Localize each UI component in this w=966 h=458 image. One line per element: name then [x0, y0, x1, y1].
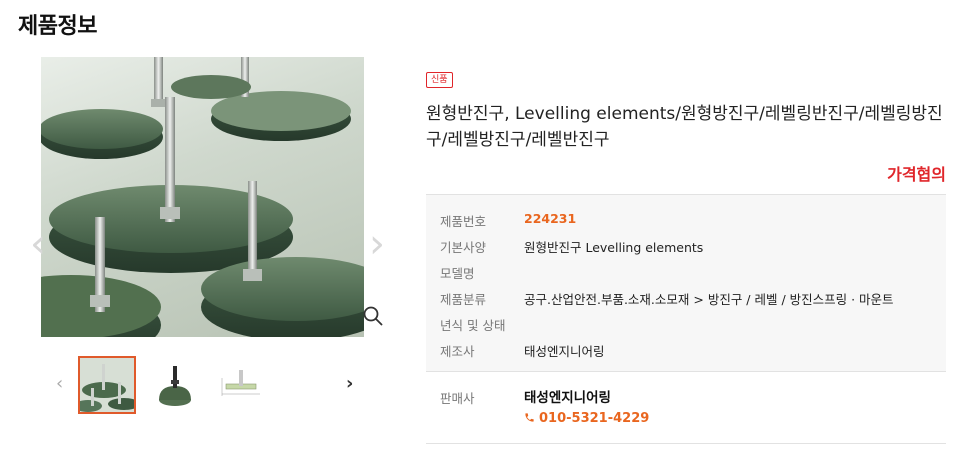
- spec-table: 제품번호 224231 기본사양 원형반진구 Levelling element…: [426, 194, 946, 372]
- product-main-image[interactable]: [41, 57, 364, 337]
- thumbnail-1[interactable]: [78, 356, 136, 414]
- magnifier-icon[interactable]: [362, 305, 384, 327]
- product-name: 원형반진구, Levelling elements/원형방진구/레벨링반진구/레…: [426, 104, 943, 150]
- condition-badge: 신품: [426, 72, 453, 88]
- thumbnail-2[interactable]: [146, 356, 204, 414]
- seller-phone-number: 010-5321-4229: [539, 411, 650, 426]
- image-prev-arrow[interactable]: ‹: [30, 222, 50, 266]
- spec-key: 년식 및 상태: [440, 318, 506, 333]
- seller-name[interactable]: 태성엔지니어링: [524, 386, 611, 406]
- spec-value-basic-spec: 원형반진구 Levelling elements: [524, 240, 704, 255]
- spec-key: 제조사: [440, 344, 475, 359]
- spec-key: 모델명: [440, 266, 475, 281]
- spec-value-product-number: 224231: [524, 211, 577, 226]
- spec-key: 기본사양: [440, 240, 487, 255]
- spec-key: 제품번호: [440, 214, 487, 229]
- spec-value-manufacturer: 태성엔지니어링: [524, 344, 605, 359]
- seller-section: 판매사 태성엔지니어링 010-5321-4229: [426, 371, 946, 444]
- phone-icon: [524, 411, 535, 426]
- thumbnail-prev-arrow[interactable]: ‹: [56, 373, 63, 394]
- page-title: 제품정보: [18, 14, 97, 39]
- price: 가격협의: [887, 165, 946, 184]
- spec-value-category[interactable]: 공구.산업안전.부품.소재.소모재 > 방진구 / 레벨 / 방진스프링 · 마…: [524, 289, 894, 308]
- seller-phone[interactable]: 010-5321-4229: [524, 411, 649, 426]
- spec-key: 제품분류: [440, 292, 487, 307]
- thumbnail-next-arrow[interactable]: ›: [346, 373, 353, 394]
- seller-label: 판매사: [440, 391, 475, 406]
- image-next-arrow[interactable]: ›: [369, 222, 389, 266]
- thumbnail-3[interactable]: [214, 356, 272, 414]
